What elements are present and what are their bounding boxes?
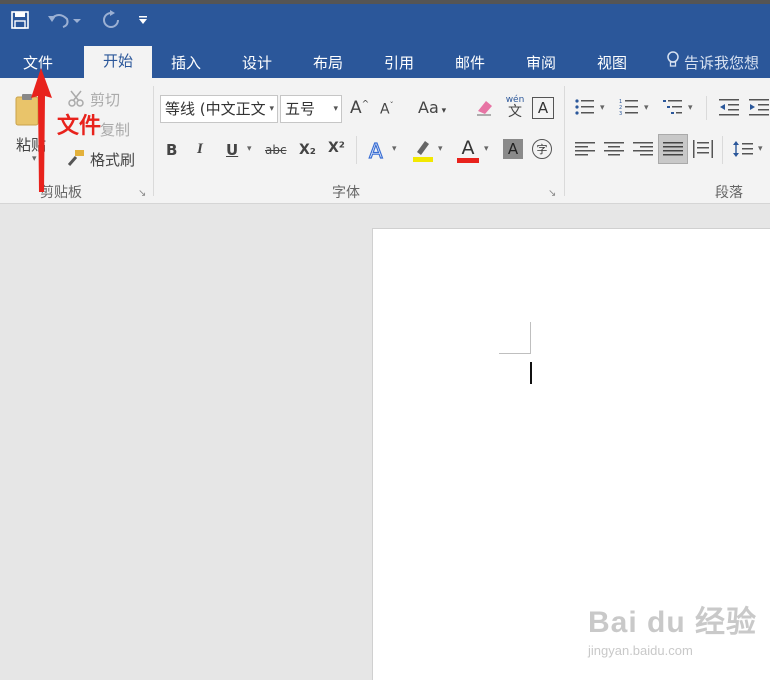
highlight-icon[interactable] <box>410 136 436 164</box>
subscript-button[interactable]: X₂ <box>299 142 316 158</box>
text-cursor <box>530 362 532 384</box>
window-top-strip <box>0 0 770 4</box>
lightbulb-icon <box>666 49 680 79</box>
font-color-icon[interactable]: A <box>455 136 481 164</box>
chevron-down-icon: ▾ <box>333 104 338 114</box>
paragraph-divider <box>722 136 723 164</box>
paragraph-divider <box>706 96 707 120</box>
highlight-dropdown-icon[interactable]: ▾ <box>438 144 443 154</box>
character-shading-icon[interactable]: A <box>503 139 523 159</box>
character-shading-letter: A <box>507 140 519 158</box>
tab-home[interactable]: 开始 <box>84 46 152 78</box>
tab-view[interactable]: 视图 <box>586 48 638 78</box>
font-name-combo[interactable]: 等线 (中文正文 ▾ <box>160 95 278 123</box>
align-right-icon[interactable] <box>632 138 654 160</box>
margin-corner-mark <box>499 353 531 354</box>
change-case-label: Aa <box>418 98 439 117</box>
bullets-icon[interactable] <box>574 96 596 118</box>
font-color-swatch <box>457 157 479 163</box>
font-name-value: 等线 (中文正文 <box>165 100 266 118</box>
font-size-combo[interactable]: 五号 ▾ <box>280 95 342 123</box>
underline-button[interactable]: U <box>226 141 238 159</box>
phonetic-bottom-text: 文 <box>508 104 522 120</box>
tab-layout[interactable]: 布局 <box>302 48 354 78</box>
tab-insert[interactable]: 插入 <box>160 48 212 78</box>
font-size-value: 五号 <box>285 100 316 118</box>
watermark-sub: jingyan.baidu.com <box>588 643 693 658</box>
phonetic-guide-icon[interactable]: wén 文 <box>503 94 527 120</box>
font-divider <box>356 136 357 164</box>
line-spacing-icon[interactable] <box>732 138 754 160</box>
justify-icon[interactable] <box>658 134 688 164</box>
redo-icon[interactable] <box>100 8 122 32</box>
character-border-letter: A <box>537 99 549 117</box>
bullets-dropdown-icon[interactable]: ▾ <box>600 103 605 113</box>
font-color-dropdown-icon[interactable]: ▾ <box>484 144 489 154</box>
group-divider <box>153 86 154 196</box>
chevron-down-icon: ▾ <box>269 104 274 114</box>
enclose-characters-icon[interactable]: 字 <box>532 139 552 159</box>
font-launcher-icon[interactable]: ↘ <box>548 188 556 199</box>
numbering-dropdown-icon[interactable]: ▾ <box>644 103 649 113</box>
margin-corner-mark <box>530 322 531 354</box>
enclose-characters-letter: 字 <box>536 143 548 156</box>
copy-label[interactable]: 复制 <box>100 119 130 140</box>
character-border-icon[interactable]: A <box>532 97 554 119</box>
distributed-icon[interactable] <box>692 138 714 160</box>
multilevel-dropdown-icon[interactable]: ▾ <box>688 103 693 113</box>
change-case-button[interactable]: Aa ▾ <box>418 98 446 117</box>
shrink-font-icon[interactable]: Aˇ <box>380 101 394 118</box>
font-group-label: 字体 <box>332 185 360 201</box>
italic-button[interactable]: I <box>197 141 203 158</box>
ribbon-tabs: 文件 开始 插入 设计 布局 引用 邮件 审阅 视图 告诉我您想 <box>0 40 770 78</box>
clipboard-launcher-icon[interactable]: ↘ <box>138 188 146 199</box>
align-center-icon[interactable] <box>603 138 625 160</box>
tab-mailings[interactable]: 邮件 <box>444 48 496 78</box>
customize-qat-icon[interactable] <box>136 8 150 32</box>
text-effects-dropdown-icon[interactable]: ▾ <box>392 144 397 154</box>
tell-me-box[interactable]: 告诉我您想 <box>666 48 759 78</box>
save-icon[interactable] <box>8 8 32 32</box>
underline-dropdown-icon[interactable]: ▾ <box>247 144 252 154</box>
format-painter-label[interactable]: 格式刷 <box>90 149 135 170</box>
baidu-watermark: Bai du 经验 jingyan.baidu.com <box>588 597 758 658</box>
clear-formatting-icon[interactable] <box>474 96 496 118</box>
grow-font-icon[interactable]: A^ <box>350 98 369 118</box>
annotation-label: 文件 <box>57 114 102 139</box>
line-spacing-dropdown-icon[interactable]: ▾ <box>758 144 763 154</box>
superscript-button[interactable]: X² <box>328 140 345 156</box>
tab-design[interactable]: 设计 <box>231 48 283 78</box>
group-divider <box>564 86 565 196</box>
font-color-letter: A <box>461 136 475 159</box>
increase-indent-icon[interactable] <box>748 96 770 118</box>
paragraph-group-label: 段落 <box>715 185 743 201</box>
decrease-indent-icon[interactable] <box>718 96 740 118</box>
multilevel-list-icon[interactable] <box>662 96 684 118</box>
title-bar <box>0 0 770 40</box>
align-left-icon[interactable] <box>574 138 596 160</box>
svg-text:A: A <box>369 139 383 162</box>
cut-label[interactable]: 剪切 <box>90 89 120 110</box>
annotation-arrow <box>31 68 52 192</box>
text-effects-icon[interactable]: A <box>366 138 388 162</box>
tab-references[interactable]: 引用 <box>373 48 425 78</box>
scissors-icon[interactable] <box>66 88 86 108</box>
tab-review[interactable]: 审阅 <box>515 48 567 78</box>
numbering-icon[interactable]: 123 <box>618 96 640 118</box>
svg-text:3: 3 <box>619 111 622 116</box>
undo-icon[interactable] <box>46 8 82 32</box>
format-painter-icon[interactable] <box>66 148 86 168</box>
tell-me-text: 告诉我您想 <box>684 54 760 72</box>
bold-button[interactable]: B <box>166 141 177 159</box>
strikethrough-button[interactable]: abc <box>265 143 287 157</box>
watermark-main: Bai du 经验 <box>588 606 758 639</box>
